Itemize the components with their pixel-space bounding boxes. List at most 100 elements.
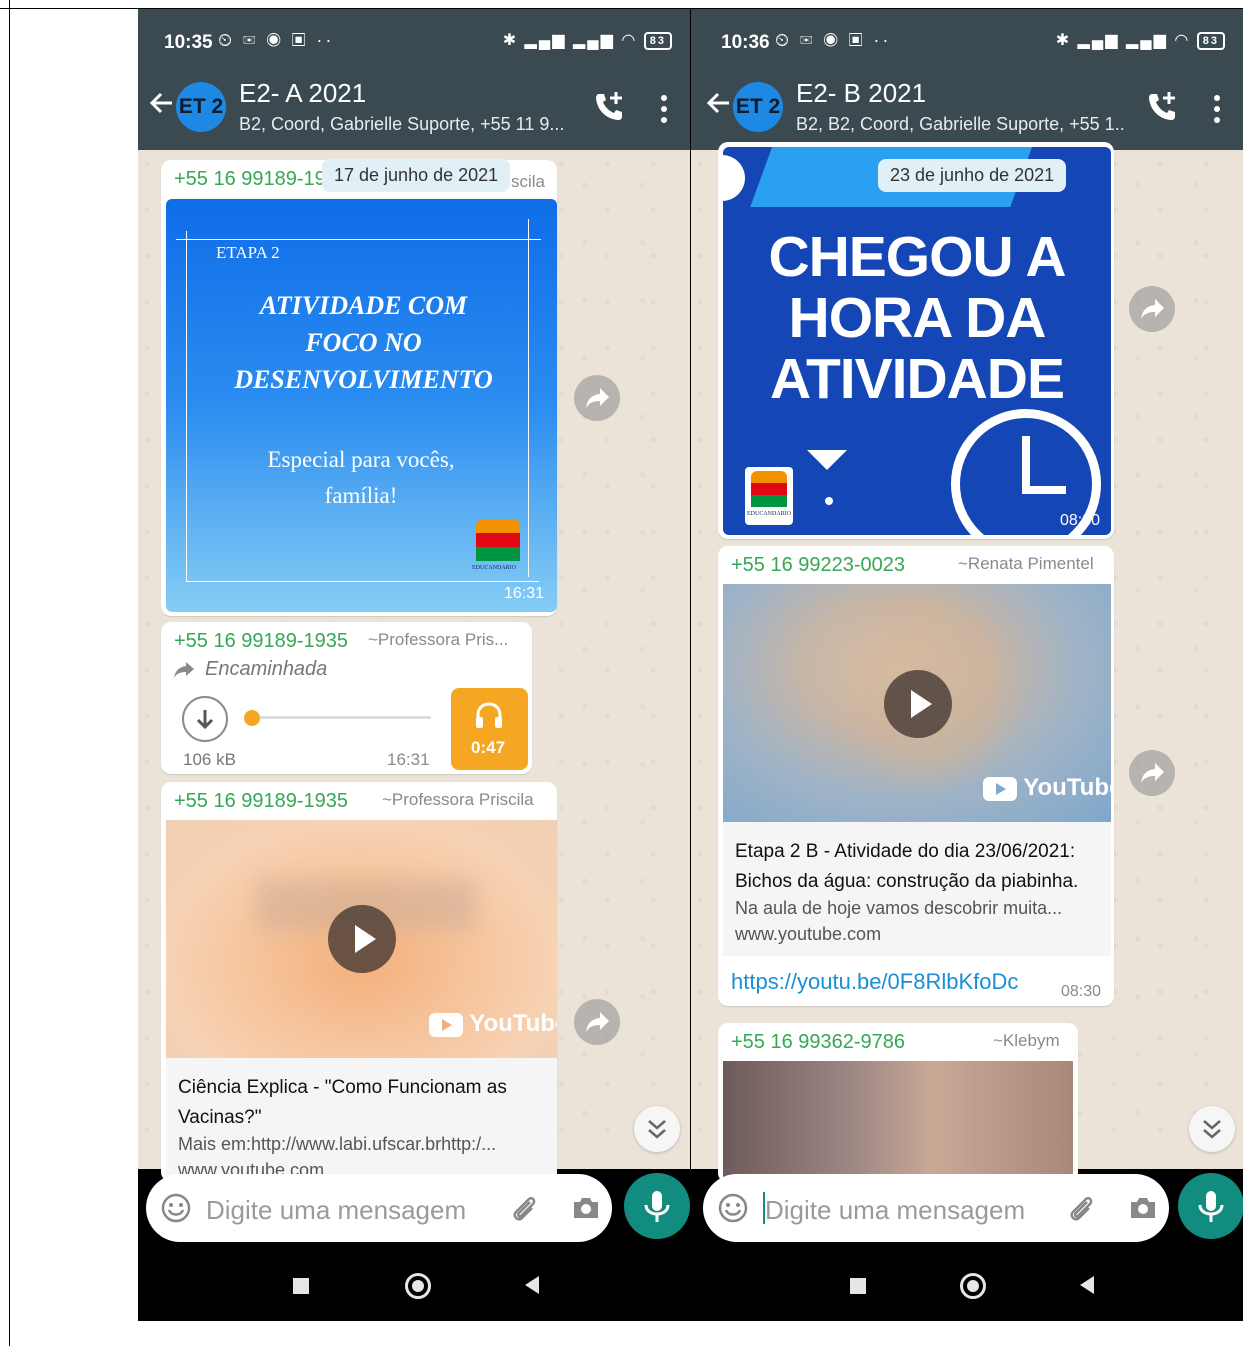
audio-message[interactable]: +55 16 99189-1935 ~Professora Pris... En… — [161, 622, 532, 774]
audio-knob[interactable] — [244, 710, 260, 726]
clock-hand-horizontal — [1022, 486, 1066, 494]
message-sender-name: ~Renata Pimentel — [958, 554, 1094, 573]
input-placeholder[interactable]: Digite uma mensagem — [206, 1195, 466, 1226]
camera-icon[interactable] — [570, 1192, 602, 1224]
message-sender[interactable]: +55 16 99223-0023 — [731, 554, 905, 577]
mic-button[interactable] — [1178, 1173, 1243, 1239]
back-arrow-icon[interactable] — [705, 88, 731, 118]
scroll-to-bottom-button[interactable] — [1189, 1106, 1235, 1152]
poster-headline-line: HORA DA — [788, 286, 1047, 350]
chat-participants[interactable]: B2, Coord, Gabrielle Suporte, +55 11 9..… — [239, 114, 579, 135]
message-sender[interactable]: +55 16 99189-1935 — [174, 790, 348, 813]
more-options-icon[interactable] — [660, 94, 668, 124]
video-thumbnail[interactable] — [723, 1061, 1073, 1183]
camera-icon[interactable] — [1127, 1192, 1159, 1224]
chat-area[interactable]: CHEGOU A HORA DA ATIVIDADE EDUCANDARIO 0… — [691, 142, 1243, 1183]
link-domain: www.youtube.com — [735, 924, 882, 944]
link-title: Etapa 2 B - Atividade do dia 23/06/2021:… — [735, 841, 1079, 892]
back-nav-icon[interactable] — [1078, 1275, 1096, 1295]
forward-button[interactable] — [574, 375, 620, 421]
youtube-message[interactable]: +55 16 99223-0023 ~Renata Pimentel YouTu… — [718, 546, 1114, 1006]
video-thumbnail[interactable]: YouTube — [166, 820, 557, 1058]
image-title: ATIVIDADE COM FOCO NO DESENVOLVIMENTO — [196, 287, 531, 398]
home-button[interactable] — [960, 1273, 986, 1299]
back-nav-icon[interactable] — [523, 1275, 541, 1295]
audio-size: 106 kB — [183, 750, 236, 769]
chat-header: ET 2 E2- A 2021 B2, Coord, Gabrielle Sup… — [138, 64, 690, 150]
group-avatar[interactable]: ET 2 — [176, 82, 226, 132]
youtube-message[interactable]: +55 16 99189-1935 ~Professora Priscila Y… — [161, 782, 557, 1182]
youtube-link[interactable]: https://youtu.be/0F8RlbKfoDc — [731, 969, 1018, 995]
signal-icons: ✱ ▂▄▆ ▂▄▆ ◠ 83 — [503, 30, 672, 50]
double-chevron-down-icon — [648, 1120, 666, 1139]
chat-title[interactable]: E2- A 2021 — [239, 78, 366, 109]
message-sender[interactable]: +55 16 99362-9786 — [731, 1031, 905, 1054]
emoji-icon[interactable] — [717, 1192, 749, 1224]
forwarded-label: Encaminhada — [205, 658, 328, 680]
chat-participants[interactable]: B2, B2, Coord, Gabrielle Suporte, +55 1.… — [796, 114, 1126, 135]
etapa-image[interactable]: ETAPA 2 ATIVIDADE COM FOCO NO DESENVOLVI… — [166, 199, 557, 612]
message-sender[interactable]: +55 16 99189-1935 — [174, 630, 348, 653]
forward-button[interactable] — [574, 999, 620, 1045]
audio-track[interactable] — [251, 716, 431, 719]
forward-icon — [586, 388, 609, 408]
forward-button[interactable] — [1129, 286, 1175, 332]
image-title-line: DESENVOLVIMENTO — [234, 365, 493, 394]
forward-icon — [1141, 299, 1164, 319]
attach-icon[interactable] — [1065, 1192, 1097, 1224]
download-button[interactable] — [182, 696, 228, 742]
chat-area[interactable]: +55 16 99189-1935 scila ETAPA 2 ATIVIDAD… — [138, 150, 690, 1182]
headphones-icon — [476, 702, 502, 728]
poster-headline-line: ATIVIDADE — [770, 347, 1065, 411]
input-placeholder[interactable]: Digite uma mensagem — [765, 1195, 1025, 1226]
image-message[interactable]: +55 16 99189-1935 scila ETAPA 2 ATIVIDAD… — [161, 160, 557, 616]
link-preview[interactable]: Etapa 2 B - Atividade do dia 23/06/2021:… — [723, 822, 1111, 956]
home-button[interactable] — [405, 1273, 431, 1299]
group-avatar[interactable]: ET 2 — [733, 82, 783, 132]
signal-icons: ✱ ▂▄▆ ▂▄▆ ◠ 83 — [1056, 30, 1225, 50]
message-input[interactable]: Digite uma mensagem — [146, 1174, 612, 1242]
play-button[interactable] — [884, 670, 952, 738]
add-call-icon[interactable] — [1145, 90, 1179, 124]
page-frame-left-line — [9, 0, 10, 1346]
youtube-play-icon — [983, 776, 1017, 801]
image-message[interactable]: CHEGOU A HORA DA ATIVIDADE EDUCANDARIO 0… — [718, 142, 1114, 539]
audio-thumbnail: 0:47 — [451, 688, 528, 770]
phone-left: 10:35 ⏲ ✉ ◉ ▣ ·· ✱ ▂▄▆ ▂▄▆ ◠ 83 ET 2 E2-… — [138, 9, 690, 1249]
message-time: 08:30 — [1061, 983, 1102, 1000]
link-preview[interactable]: Ciência Explica - "Como Funcionam as Vac… — [166, 1058, 557, 1182]
play-button[interactable] — [328, 905, 396, 973]
back-arrow-icon[interactable] — [148, 88, 174, 118]
video-thumbnail[interactable]: YouTube — [723, 584, 1111, 822]
notification-icons: ⏲ ✉ ◉ ▣ ·· — [775, 30, 892, 50]
youtube-play-icon — [429, 1012, 463, 1037]
emoji-icon[interactable] — [160, 1192, 192, 1224]
image-subtitle-line: família! — [324, 483, 398, 508]
more-options-icon[interactable] — [1213, 94, 1221, 124]
phone-right: 10:36 ⏲ ✉ ◉ ▣ ·· ✱ ▂▄▆ ▂▄▆ ◠ 83 ET 2 E2-… — [691, 9, 1243, 1249]
message-sender-name: ~Professora Priscila — [382, 790, 534, 809]
mic-icon — [644, 1191, 670, 1222]
double-chevron-down-icon — [1203, 1120, 1221, 1139]
atividade-poster[interactable]: CHEGOU A HORA DA ATIVIDADE EDUCANDARIO 0… — [723, 147, 1111, 535]
image-title-line: FOCO NO — [305, 328, 422, 357]
chat-header: ET 2 E2- B 2021 B2, B2, Coord, Gabrielle… — [691, 64, 1243, 150]
forward-icon — [586, 1012, 609, 1032]
recents-button[interactable] — [293, 1278, 309, 1294]
forward-button[interactable] — [1129, 750, 1175, 796]
attach-icon[interactable] — [508, 1192, 540, 1224]
image-subtitle-line: Especial para vocês, — [267, 447, 455, 472]
partial-message[interactable]: +55 16 99362-9786 ~Klebym — [718, 1023, 1078, 1183]
chat-title[interactable]: E2- B 2021 — [796, 78, 926, 109]
android-nav-bar — [138, 1249, 1243, 1321]
add-call-icon[interactable] — [592, 90, 626, 124]
image-title-line: ATIVIDADE COM — [259, 291, 468, 320]
poster-semicircle — [723, 155, 745, 201]
scroll-to-bottom-button[interactable] — [634, 1106, 680, 1152]
download-icon — [196, 710, 214, 730]
mic-button[interactable] — [624, 1173, 690, 1239]
notification-icons: ⏲ ✉ ◉ ▣ ·· — [218, 30, 335, 50]
image-subtitle: Especial para vocês, família! — [196, 442, 526, 514]
recents-button[interactable] — [850, 1278, 866, 1294]
message-input[interactable]: Digite uma mensagem — [703, 1174, 1169, 1242]
